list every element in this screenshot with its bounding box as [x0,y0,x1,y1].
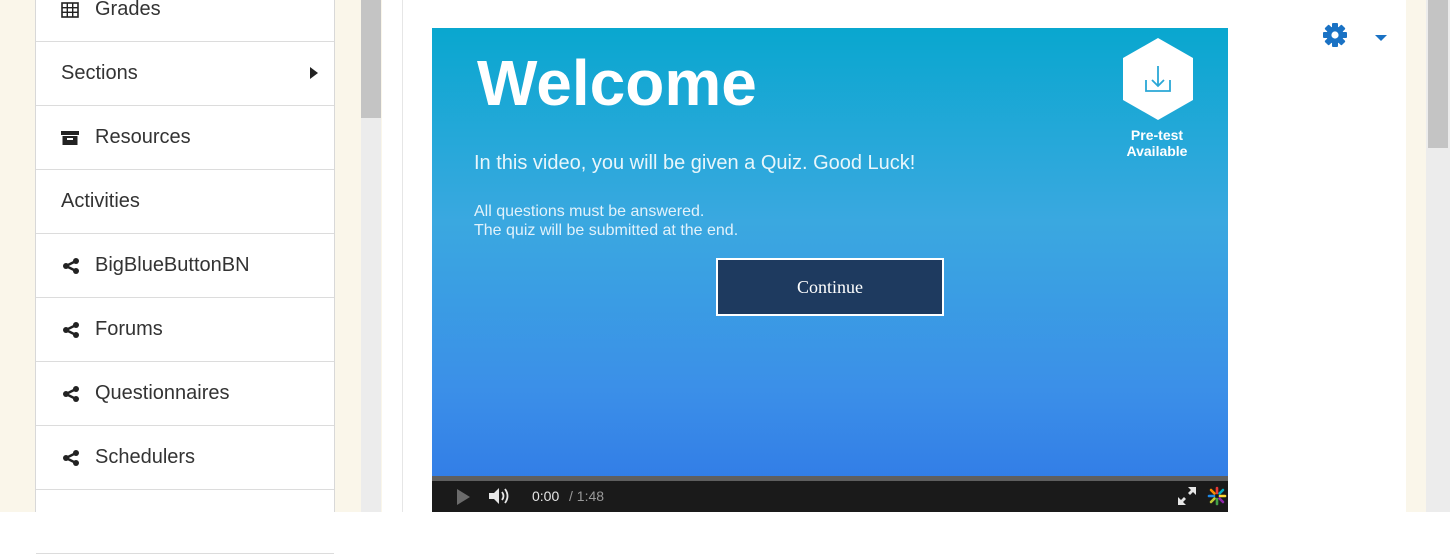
chevron-down-icon[interactable] [1375,35,1387,41]
volume-icon[interactable] [488,486,510,511]
download-icon[interactable] [1120,36,1196,127]
sidebar-item-label: Activities [61,190,140,212]
grid-icon [61,1,85,18]
continue-button[interactable]: Continue [716,258,944,316]
video-title: Welcome [477,47,757,119]
pretest-line: Available [1126,143,1188,159]
sidebar-item-questionnaires[interactable]: Questionnaires [36,362,334,426]
video-instruction-line: The quiz will be submitted at the end. [474,222,739,239]
fullscreen-icon[interactable] [1176,485,1198,512]
pretest-line: Pre-test [1130,127,1184,143]
sidebar-item-label: Schedulers [95,446,196,468]
video-controls: 0:00 / 1:48 [432,481,1228,512]
sidebar-item-label: Sections [61,62,138,84]
sidebar-item-resources[interactable]: Resources [36,106,334,170]
sidebar-item-grades[interactable]: Grades [36,0,334,42]
pretest-label: Pre-test Available [1102,127,1212,159]
sidebar-item-sections[interactable]: Sections [36,42,334,106]
video-instruction-line: All questions must be answered. [474,203,705,220]
sidebar-item-activities[interactable]: Activities [36,170,334,234]
sidebar-item-label: Questionnaires [95,382,230,404]
sidebar-item-label: Resources [95,126,191,148]
current-time: 0:00 [532,488,560,504]
share-icon [61,385,85,402]
sidebar-item-schedulers[interactable]: Schedulers [36,426,334,490]
sidebar-nav: Grades Sections Resources Activities Big… [35,0,335,554]
right-background [1406,0,1426,512]
sidebar-item-forums[interactable]: Forums [36,298,334,362]
sidebar-item-partial[interactable] [36,490,334,554]
video-subtitle: In this video, you will be given a Quiz.… [474,152,916,174]
sidebar-item-label: Grades [95,0,161,20]
brand-logo-icon [1206,485,1228,512]
share-icon [61,257,85,274]
sidebar-scrollbar-thumb[interactable] [361,0,381,118]
video-player[interactable]: Welcome In this video, you will be given… [432,28,1228,512]
sidebar-item-bigbluebuttonbn[interactable]: BigBlueButtonBN [36,234,334,298]
total-time: / 1:48 [569,488,605,504]
play-icon[interactable] [457,489,470,505]
sidebar-item-label: BigBlueButtonBN [95,254,250,276]
archive-icon [61,130,85,146]
share-icon [61,321,85,338]
share-icon [61,449,85,466]
gear-icon[interactable] [1322,22,1348,53]
sidebar-item-label: Forums [95,318,163,340]
page-scrollbar-thumb[interactable] [1428,0,1448,148]
caret-right-icon[interactable] [310,67,318,79]
